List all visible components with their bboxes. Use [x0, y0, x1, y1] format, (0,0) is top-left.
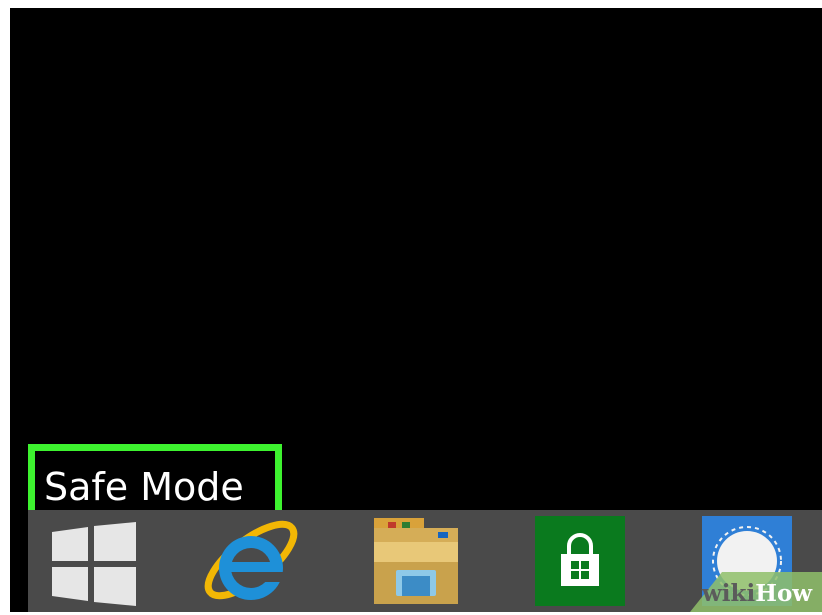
watermark-text: wikiHow [702, 580, 812, 608]
wikihow-watermark: wikiHow [660, 572, 822, 612]
file-explorer-icon[interactable] [368, 512, 464, 613]
internet-explorer-icon[interactable] [196, 510, 306, 615]
safe-mode-label: Safe Mode [44, 465, 244, 509]
store-icon[interactable] [535, 516, 625, 611]
windows-logo-icon[interactable] [52, 522, 136, 611]
watermark-how: How [755, 580, 813, 607]
watermark-wiki: wiki [702, 580, 756, 607]
